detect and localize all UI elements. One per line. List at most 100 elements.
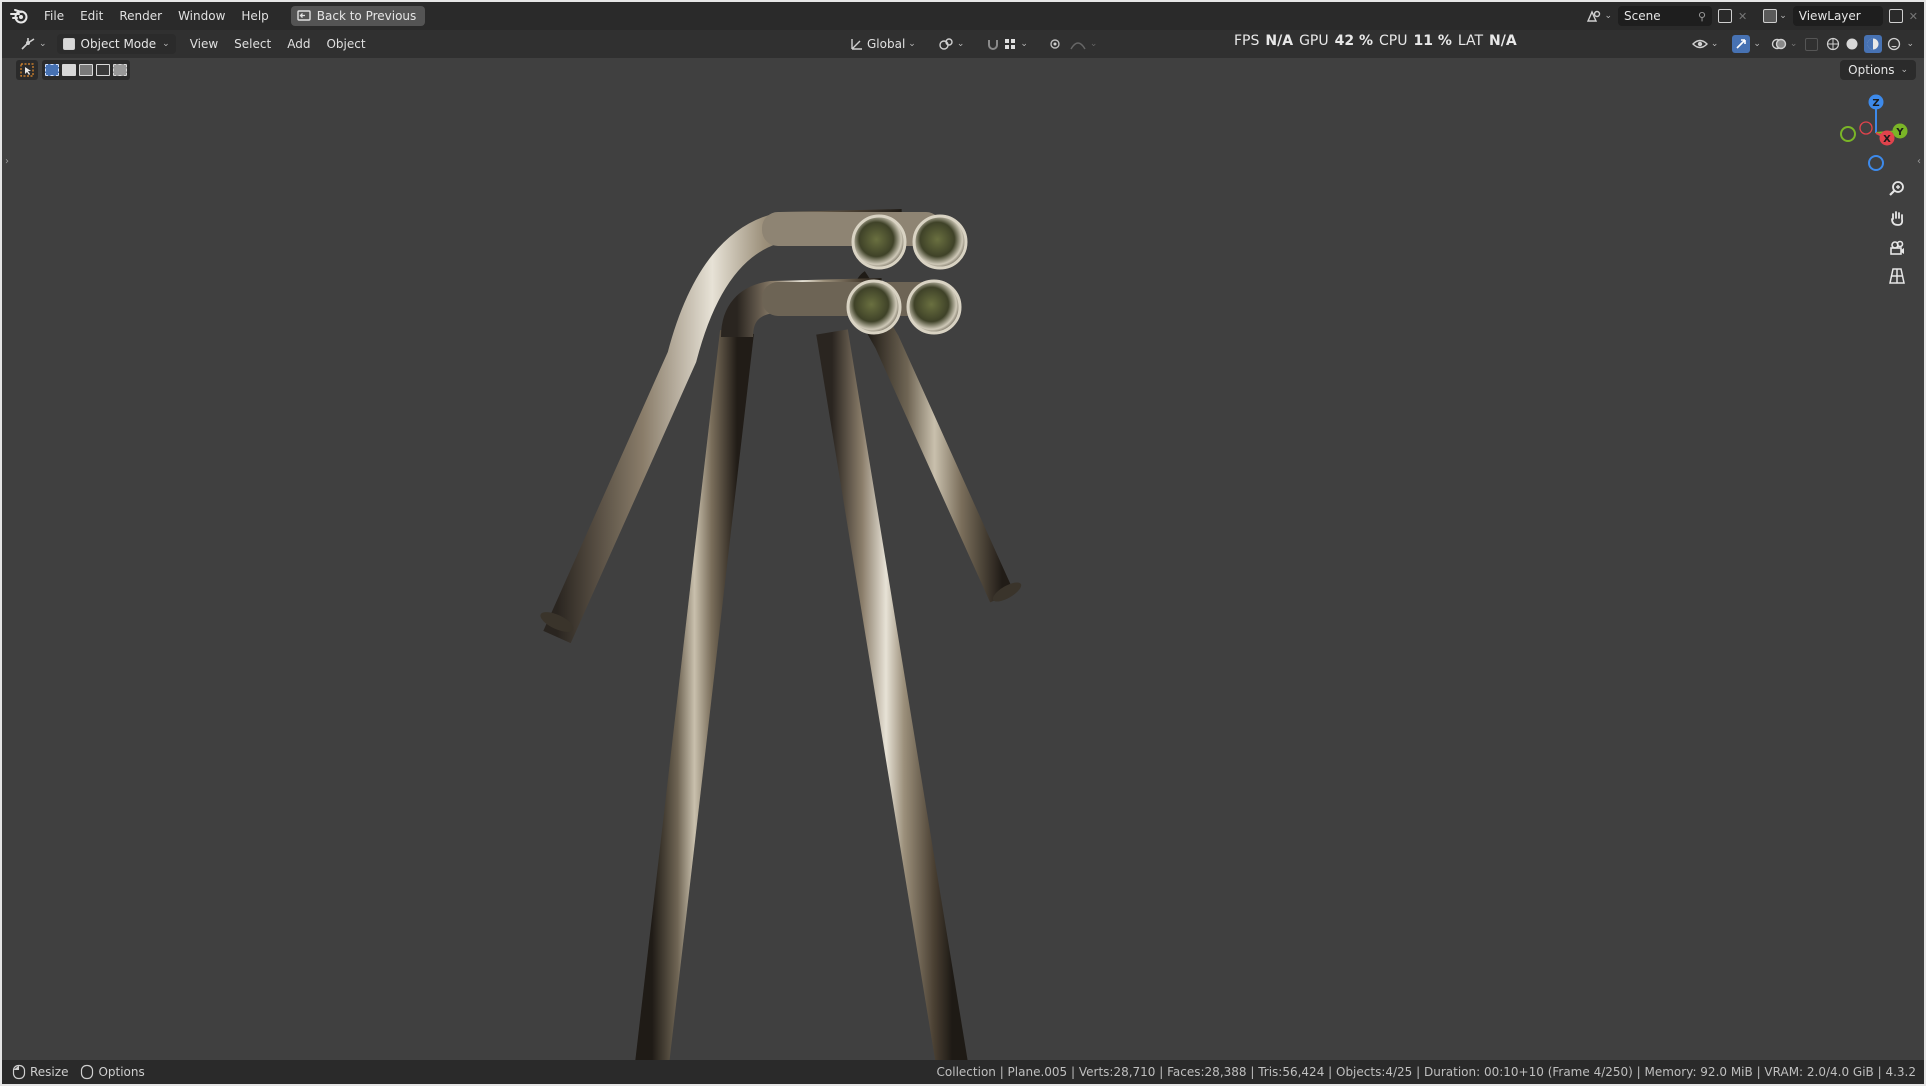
cursor-select-icon [20,63,34,77]
camera-icon [1890,240,1904,255]
scene-selector-icon[interactable]: ⌄ [1586,6,1612,26]
tube-cap-3 [846,279,902,335]
view-layer-selector-icon[interactable]: ⌄ [1763,6,1787,26]
orientation-label: Global [867,37,906,51]
editor-type-button[interactable]: ⌄ [14,34,53,54]
options-dropdown[interactable]: Options ⌄ [1840,60,1916,80]
neg-z-axis-handle[interactable] [1868,155,1884,171]
proportional-editing-icon [1050,39,1060,49]
x-axis-label: X [1883,134,1891,145]
gpu-label: GPU [1299,33,1329,49]
left-leg-tube [635,330,754,1062]
sidebar-expand-arrow[interactable]: ‹ [1917,156,1921,167]
orientation-icon [851,39,862,50]
transform-tools: Global ⌄ ⌄ ⌄ ⌄ [844,34,1103,54]
menu-edit[interactable]: Edit [72,2,111,30]
visibility-eye-icon [1691,39,1708,49]
camera-view-button[interactable] [1884,234,1910,260]
toolbar-expand-arrow[interactable]: › [5,156,9,167]
metal-tube-scene [540,209,1022,1062]
snap-toggle[interactable]: ⌄ [980,34,1034,54]
xray-toggle-icon[interactable] [1805,37,1819,51]
blender-logo-icon[interactable] [2,2,36,30]
z-axis-label: Z [1872,98,1879,109]
navigation-gizmo[interactable]: Z Y X [1836,88,1916,178]
fps-value: N/A [1265,33,1294,49]
menu-render[interactable]: Render [111,2,170,30]
fps-label: FPS [1234,33,1260,49]
neg-y-axis-handle[interactable] [1840,126,1856,142]
scene-name: Scene [1624,9,1661,23]
tube-cap-1 [851,214,907,270]
menu-view[interactable]: View [182,30,226,58]
select-box-tool[interactable] [16,60,38,80]
selection-mode-buttons [42,60,130,80]
status-bar: Resize Options Collection | Plane.005 | … [2,1060,1924,1084]
zoom-button[interactable] [1884,176,1910,202]
pivot-icon [939,38,953,50]
select-invert-icon[interactable] [96,64,110,76]
menu-object[interactable]: Object [318,30,373,58]
object-visibility-dropdown[interactable]: ⌄ [1686,34,1725,54]
back-to-previous-button[interactable]: Back to Previous [290,6,426,26]
select-subtract-icon[interactable] [79,64,93,76]
screen-back-icon [297,10,311,21]
object-mode-icon [62,38,75,50]
magnet-icon [988,40,999,50]
grid-perspective-icon [1889,268,1905,284]
menu-add[interactable]: Add [279,30,318,58]
scene-statistics: Collection | Plane.005 | Verts:28,710 | … [936,1065,1916,1079]
remove-view-layer-icon[interactable]: ✕ [1909,6,1918,26]
new-view-layer-icon[interactable] [1888,6,1903,26]
status-hints: Resize Options [2,1064,145,1080]
y-axis-label: Y [1895,127,1904,138]
top-menubar: File Edit Render Window Help Back to Pre… [2,2,1924,30]
perspective-toggle-button[interactable] [1884,263,1910,289]
viewport-display-tools: ⌄ ⌄ ⌄ ⌄ [1686,34,1916,54]
pivot-point-dropdown[interactable]: ⌄ [932,34,971,54]
menu-help[interactable]: Help [233,2,276,30]
pin-icon[interactable]: ⚲ [1698,10,1706,23]
blender-window: File Edit Render Window Help Back to Pre… [0,0,1926,1086]
snap-grid-icon [1005,39,1016,49]
resize-hint: Resize [30,1065,69,1079]
pan-button[interactable] [1884,205,1910,231]
back-to-previous-label: Back to Previous [316,9,417,23]
scene-name-field[interactable]: Scene ⚲ [1618,6,1713,26]
wireframe-shading-icon[interactable] [1826,37,1840,51]
menu-window[interactable]: Window [170,2,233,30]
zoom-magnifier-icon [1889,181,1904,196]
performance-stats: FPS N/A GPU 42 % CPU 11 % LAT N/A [1234,30,1517,52]
gpu-value: 42 % [1334,33,1373,49]
shading-modes: ⌄ [1824,34,1916,54]
solid-shading-icon[interactable] [1845,37,1859,51]
view-layer-name: ViewLayer [1798,9,1861,23]
select-intersect-icon[interactable] [113,64,127,76]
menu-file[interactable]: File [36,2,72,30]
hand-pan-icon [1891,211,1904,226]
tube-cap-4 [906,279,962,335]
mouse-left-icon [12,1064,26,1080]
select-extend-icon[interactable] [62,64,76,76]
3d-viewport[interactable]: › ‹ [2,58,1924,1062]
object-mode-dropdown[interactable]: Object Mode ⌄ [56,34,176,54]
orientation-dropdown[interactable]: Global ⌄ [844,34,922,54]
view-layer-field[interactable]: ViewLayer [1792,6,1883,26]
select-new-icon[interactable] [45,64,59,76]
tube-cap-2 [912,214,968,270]
viewport-header: ⌄ Object Mode ⌄ View Select Add Object G… [2,30,1924,58]
remove-scene-icon[interactable]: ✕ [1738,6,1747,26]
cpu-value: 11 % [1413,33,1452,49]
options-label: Options [1848,63,1895,77]
editor-type-icon [21,38,35,50]
rendered-shading-icon[interactable] [1887,37,1901,51]
neg-x-axis-handle[interactable] [1859,121,1873,135]
proportional-editing-toggle[interactable]: ⌄ [1044,34,1104,54]
gizmo-toggle[interactable]: ⌄ [1730,34,1763,54]
material-preview-shading-icon[interactable] [1864,35,1883,53]
new-scene-icon[interactable] [1718,6,1733,26]
falloff-icon [1070,42,1086,50]
overlays-toggle[interactable]: ⌄ [1769,34,1800,54]
lat-label: LAT [1457,33,1484,49]
menu-select[interactable]: Select [226,30,279,58]
